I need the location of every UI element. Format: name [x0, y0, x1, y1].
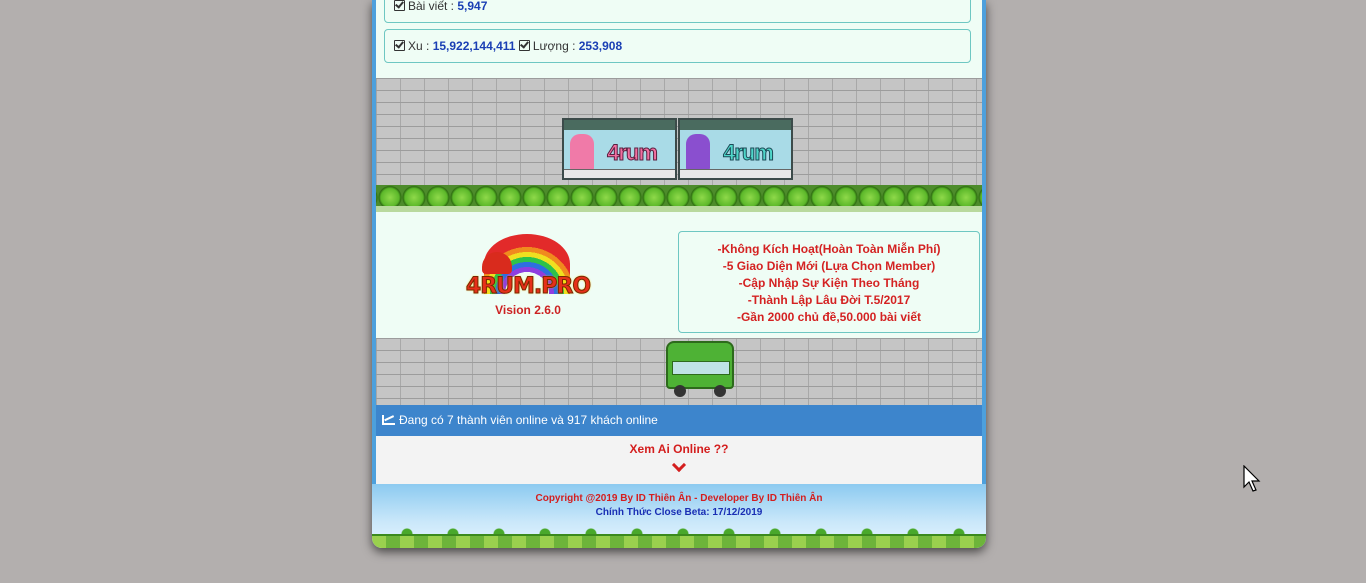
feature-item: -Thành Lập Lâu Đời T.5/2017	[747, 293, 911, 307]
info-panel: 4RUM.PRO Vision 2.6.0 -Không Kích Hoạt(H…	[376, 212, 982, 338]
bus-icon	[666, 341, 734, 397]
posts-stat-box: Bài viết : 5,947	[384, 0, 971, 23]
forum-logo[interactable]: 4RUM.PRO	[464, 234, 592, 306]
posts-label: Bài viết :	[408, 0, 455, 13]
xu-value: 15,922,144,411	[432, 39, 516, 53]
check-square-icon	[394, 0, 405, 11]
version-label: Vision 2.6.0	[495, 303, 561, 317]
forum-frame: Bài viết : 5,947 Xu : 15,922,144,411 Lượ…	[372, 0, 986, 548]
bus-stop-right: 4rum	[678, 118, 793, 180]
line-chart-icon	[382, 415, 395, 425]
purple-character-icon	[686, 134, 710, 172]
check-square-icon	[518, 40, 530, 51]
online-count-text: Đang có 7 thành viên online và 917 khách…	[399, 413, 658, 427]
who-online-section: Xem Ai Online ??	[376, 436, 982, 484]
bus-stop-left: 4rum	[562, 118, 677, 180]
xu-label: Xu :	[408, 39, 430, 53]
sign-left: 4rum	[607, 140, 659, 166]
bus-stop-banner: 4rum 4rum	[562, 118, 795, 180]
beta-date-text: Chính Thức Close Beta: 17/12/2019	[595, 507, 763, 518]
luong-value: 253,908	[578, 39, 623, 53]
posts-value: 5,947	[457, 0, 488, 13]
feature-item: -Gần 2000 chủ đề,50.000 bài viết	[736, 310, 922, 324]
footer: Copyright @2019 By ID Thiên Ân - Develop…	[372, 484, 986, 548]
feature-item: -Không Kích Hoạt(Hoàn Toàn Miễn Phí)	[717, 242, 941, 256]
luong-label: Lượng :	[532, 39, 576, 53]
sign-right: 4rum	[723, 140, 775, 166]
stats-panel: Bài viết : 5,947 Xu : 15,922,144,411 Lượ…	[376, 0, 982, 78]
features-box: -Không Kích Hoạt(Hoàn Toàn Miễn Phí) -5 …	[678, 231, 980, 333]
check-square-icon	[394, 40, 405, 51]
pink-character-icon	[570, 134, 594, 172]
feature-item: -5 Giao Diện Mới (Lựa Chọn Member)	[722, 259, 936, 273]
online-status-bar: Đang có 7 thành viên online và 917 khách…	[376, 405, 982, 436]
chevron-down-icon[interactable]	[671, 457, 687, 473]
grass-tufts	[372, 522, 986, 534]
logo-text: 4RUM.PRO	[465, 274, 591, 300]
who-online-link[interactable]: Xem Ai Online ??	[376, 436, 982, 456]
currency-stat-box: Xu : 15,922,144,411 Lượng : 253,908	[384, 29, 971, 63]
ground-strip	[372, 534, 986, 548]
mushroom-icon	[482, 252, 512, 274]
feature-item: -Cập Nhập Sự Kiện Theo Tháng	[738, 276, 920, 290]
copyright-text: Copyright @2019 By ID Thiên Ân - Develop…	[535, 493, 823, 504]
